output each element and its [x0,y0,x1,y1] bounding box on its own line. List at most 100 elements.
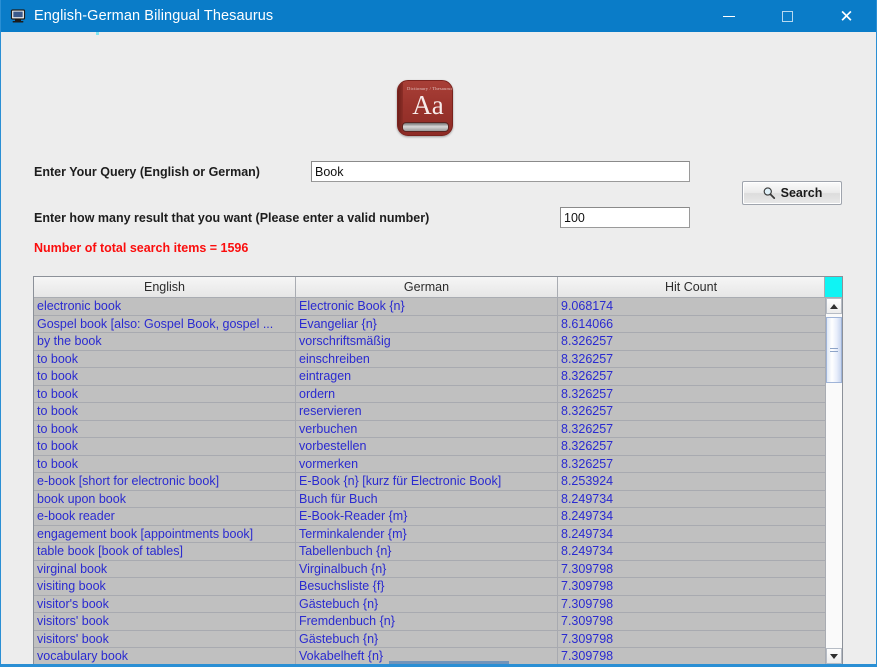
table-cell: Buch für Buch [296,490,558,507]
table-row[interactable]: electronic book Electronic Book {n} 9.0681… [34,298,825,316]
table-cell: to book [34,438,296,455]
table-cell: Virginalbuch {n} [296,560,558,577]
table-cell: table book [book of tables] [34,543,296,560]
table-cell: 7.309798 [561,614,614,629]
close-icon: ✕ [839,6,854,26]
table-row[interactable]: to book ordern 8.326257 [34,385,825,403]
result-count-label: Enter how many result that you want (Ple… [34,211,430,225]
table-row[interactable]: book upon book Buch für Buch 8.249734 [34,490,825,508]
table-cell: visiting book [34,578,296,595]
table-cell: vocabulary book [34,648,296,664]
table-cell: eintragen [296,368,558,385]
query-label: Enter Your Query (English or German) [34,165,260,179]
close-button[interactable]: ✕ [817,0,876,32]
table-cell: Gästebuch {n} [296,595,558,612]
table-row[interactable]: to book verbuchen 8.326257 [34,420,825,438]
table-row[interactable]: by the book vorschriftsmäßig 8.326257 [34,333,825,351]
table-cell: 8.326257 [561,421,614,436]
table-cell: E-Book-Reader {m} [296,508,558,525]
column-header-german[interactable]: German [296,277,558,298]
top-edge-artifact [96,32,99,35]
minimize-icon [722,15,735,17]
table-cell: 7.309798 [561,649,614,664]
vertical-scrollbar[interactable] [825,298,842,664]
results-table: English German Hit Count electronic book… [33,276,843,664]
scrollbar-track[interactable] [826,314,842,648]
maximize-button[interactable] [758,0,817,32]
table-cell: Tabellenbuch {n} [296,543,558,560]
scroll-up-button[interactable] [826,298,842,314]
dictionary-thesaurus-icon: Dictionary / Thesaurus Aa [397,80,453,136]
table-row[interactable]: to book eintragen 8.326257 [34,368,825,386]
table-cell: einschreiben [296,350,558,367]
table-cell: Evangeliar {n} [296,315,558,332]
table-row[interactable]: visitor's book Gästebuch {n} 7.309798 [34,595,825,613]
table-row[interactable]: Gospel book [also: Gospel Book, gospel .… [34,315,825,333]
table-cell: engagement book [appointments book] [34,525,296,542]
status-message: Number of total search items = 1596 [34,241,249,255]
table-cell: Electronic Book {n} [296,298,558,315]
table-row[interactable]: e-book [short for electronic book] E-Book… [34,473,825,491]
table-cell: e-book [short for electronic book] [34,473,296,490]
table-row[interactable]: visitors' book Gästebuch {n} 7.309798 [34,630,825,648]
table-row[interactable]: to book vorbestellen 8.326257 [34,438,825,456]
computer-icon [10,9,26,23]
table-row[interactable]: virginal book Virginalbuch {n} 7.309798 [34,560,825,578]
table-cell: to book [34,368,296,385]
scrollbar-thumb[interactable] [826,317,842,383]
table-header-row: English German Hit Count [34,277,842,298]
table-cell: to book [34,420,296,437]
table-row[interactable]: to book einschreiben 8.326257 [34,350,825,368]
table-row[interactable]: e-book reader E-Book-Reader {m} 8.249734 [34,508,825,526]
table-cell: 8.326257 [561,369,614,384]
table-cell: 7.309798 [561,579,614,594]
table-row[interactable]: table book [book of tables] Tabellenbuch … [34,543,825,561]
table-cell: to book [34,385,296,402]
column-header-english[interactable]: English [34,277,296,298]
triangle-down-icon [830,653,838,659]
table-cell: 8.326257 [561,456,614,471]
table-cell: Gästebuch {n} [296,630,558,647]
window-controls: ✕ [699,0,876,32]
table-cell: Fremdenbuch {n} [296,613,558,630]
table-cell: e-book reader [34,508,296,525]
table-row[interactable]: to book reservieren 8.326257 [34,403,825,421]
table-cell: reservieren [296,403,558,420]
table-cell: 7.309798 [561,596,614,611]
maximize-icon [782,10,793,22]
table-cell: 8.326257 [561,404,614,419]
table-row[interactable]: engagement book [appointments book] Termi… [34,525,825,543]
table-row[interactable]: visiting book Besuchsliste {f} 7.309798 [34,578,825,596]
column-header-hit-count[interactable]: Hit Count [558,277,825,298]
app-logo: Dictionary / Thesaurus Aa [397,80,457,140]
table-cell: 7.309798 [561,561,614,576]
minimize-button[interactable] [699,0,758,32]
book-pages [402,122,449,132]
table-cell: 8.249734 [561,491,614,506]
search-input[interactable] [311,161,690,182]
scroll-down-button[interactable] [826,648,842,664]
table-cell: virginal book [34,560,296,577]
table-cell: 8.326257 [561,334,614,349]
search-button-label: Search [780,186,823,200]
table-cell: visitors' book [34,630,296,647]
table-cell: Besuchsliste {f} [296,578,558,595]
table-cell: 8.249734 [561,544,614,559]
table-cell: by the book [34,333,296,350]
table-cell: vorbestellen [296,438,558,455]
table-row[interactable]: to book vormerken 8.326257 [34,455,825,473]
table-rows-container: electronic book Electronic Book {n} 9.0681… [34,298,825,664]
logo-main-text: Aa [412,90,444,120]
table-body-wrapper: electronic book Electronic Book {n} 9.0681… [34,298,842,664]
result-count-input[interactable] [560,207,690,228]
table-cell: 9.068174 [561,299,614,314]
window-title: English-German Bilingual Thesaurus [34,8,274,24]
table-cell: Terminkalender {m} [296,525,558,542]
search-button[interactable]: Search [742,181,842,205]
table-cell: electronic book [34,298,296,315]
table-row[interactable]: visitors' book Fremdenbuch {n} 7.309798 [34,613,825,631]
table-cell: 8.326257 [561,386,614,401]
table-cell: vorschriftsmäßig [296,333,558,350]
table-cell: 8.253924 [561,474,614,489]
table-cell: to book [34,350,296,367]
